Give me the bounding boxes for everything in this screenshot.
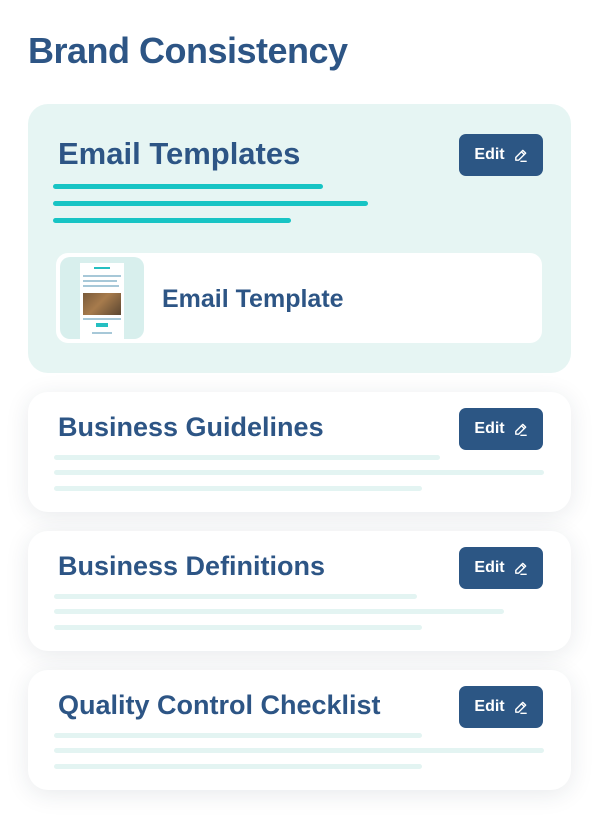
card-business-definitions: Business Definitions Edit [28, 531, 571, 651]
placeholder-line [54, 733, 422, 738]
card-title: Email Templates [58, 136, 301, 171]
edit-button-label: Edit [474, 698, 505, 715]
email-template-thumbnail [60, 257, 144, 339]
description-line [53, 218, 291, 223]
description-line [53, 201, 368, 206]
pencil-icon [514, 701, 527, 714]
pencil-icon [514, 149, 527, 162]
edit-button-label: Edit [474, 420, 505, 437]
placeholder-line [54, 486, 422, 491]
edit-button-label: Edit [474, 146, 505, 163]
placeholder-line [54, 455, 440, 460]
placeholder-line [54, 609, 504, 614]
edit-button[interactable]: Edit [459, 408, 543, 450]
email-template-item[interactable]: Email Template [56, 253, 542, 343]
description-line [53, 184, 323, 189]
edit-button[interactable]: Edit [459, 547, 543, 589]
card-email-templates: Email Templates Edit Email Template [28, 104, 571, 373]
placeholder-line [54, 748, 544, 753]
card-business-guidelines: Business Guidelines Edit [28, 392, 571, 512]
edit-button[interactable]: Edit [459, 686, 543, 728]
email-preview-image [80, 263, 124, 339]
card-title: Business Guidelines [58, 412, 324, 442]
card-title: Quality Control Checklist [58, 690, 381, 720]
email-template-label: Email Template [162, 285, 344, 313]
placeholder-line [54, 470, 544, 475]
card-title: Business Definitions [58, 551, 326, 581]
placeholder-line [54, 625, 422, 630]
placeholder-line [54, 764, 422, 769]
edit-button-label: Edit [474, 559, 505, 576]
pencil-icon [514, 423, 527, 436]
placeholder-line [54, 594, 417, 599]
pencil-icon [514, 562, 527, 575]
edit-button[interactable]: Edit [459, 134, 543, 176]
card-quality-control-checklist: Quality Control Checklist Edit [28, 670, 571, 790]
page-title: Brand Consistency [28, 30, 348, 71]
